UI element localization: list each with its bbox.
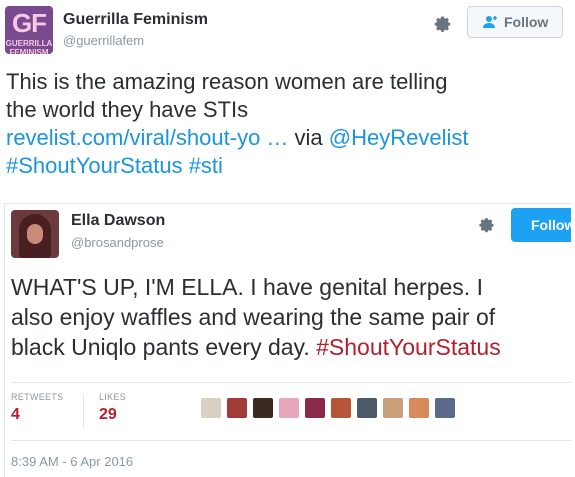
liker-avatar[interactable] <box>409 398 429 418</box>
tweet-text-line2: the world they have STIs <box>6 97 249 122</box>
embedded-follow-button[interactable]: Follow <box>511 208 571 242</box>
embedded-text-line3: black Uniqlo pants every day. #ShoutYour… <box>11 332 571 362</box>
logo-subtext: GUERRILLA FEMINISM <box>5 39 53 54</box>
tweet-header: GF GUERRILLA FEMINISM Guerrilla Feminism… <box>0 0 575 60</box>
likes-stat[interactable]: LIKES 29 <box>99 392 126 424</box>
article-link[interactable]: revelist.com/viral/shout-yo … <box>6 125 288 150</box>
follow-label: Follow <box>504 14 549 30</box>
retweets-stat[interactable]: RETWEETS 4 <box>11 392 63 424</box>
gear-icon[interactable] <box>475 214 497 236</box>
likes-count: 29 <box>99 406 117 423</box>
embedded-tweet-card[interactable]: Ella Dawson @brosandprose Follow WHAT'S … <box>4 203 571 477</box>
liker-avatar[interactable] <box>357 398 377 418</box>
retweets-label: RETWEETS <box>11 392 64 402</box>
mention-link[interactable]: @HeyRevelist <box>329 125 469 150</box>
avatar-face <box>27 224 43 244</box>
embedded-text-line2: also enjoy waffles and wearing the same … <box>11 304 496 330</box>
embedded-hashtag[interactable]: #ShoutYourStatus <box>316 334 501 360</box>
liker-avatar[interactable] <box>279 398 299 418</box>
embedded-handle[interactable]: @brosandprose <box>71 235 164 250</box>
embedded-tweet-text: WHAT'S UP, I'M ELLA. I have genital herp… <box>11 272 571 362</box>
display-name[interactable]: Guerrilla Feminism <box>63 11 208 29</box>
embedded-display-name[interactable]: Ella Dawson <box>71 212 165 230</box>
embedded-text-line3-plain: black Uniqlo pants every day. <box>11 334 317 360</box>
gear-icon[interactable] <box>430 12 454 36</box>
likes-label: LIKES <box>99 392 127 402</box>
guerrilla-feminism-avatar[interactable]: GF GUERRILLA FEMINISM <box>5 6 53 54</box>
divider <box>11 440 571 441</box>
liker-avatar[interactable] <box>331 398 351 418</box>
via-text: via <box>294 125 323 150</box>
liker-avatar[interactable] <box>305 398 325 418</box>
logo-text: GF <box>11 8 47 38</box>
liker-avatar[interactable] <box>435 398 455 418</box>
liker-avatar[interactable] <box>227 398 247 418</box>
retweets-count: 4 <box>11 406 20 423</box>
follow-button[interactable]: Follow <box>467 6 563 38</box>
embedded-text-line1: WHAT'S UP, I'M ELLA. I have genital herp… <box>11 274 483 300</box>
tweet-text: This is the amazing reason women are tel… <box>6 68 571 180</box>
liker-avatar[interactable] <box>201 398 221 418</box>
user-handle[interactable]: @guerrillafem <box>63 33 144 48</box>
tweet-text-line3: revelist.com/viral/shout-yo … via @HeyRe… <box>6 124 571 152</box>
timestamp[interactable]: 8:39 AM - 6 Apr 2016 <box>11 454 133 469</box>
liker-avatar[interactable] <box>253 398 273 418</box>
tweet-text-line1: This is the amazing reason women are tel… <box>6 69 448 94</box>
embedded-follow-label: Follow <box>531 217 571 233</box>
tweet-text-line4: #ShoutYourStatus #sti <box>6 152 571 180</box>
liker-avatar[interactable] <box>383 398 403 418</box>
add-user-icon <box>483 16 497 28</box>
stat-divider <box>83 394 84 428</box>
ella-dawson-avatar[interactable] <box>11 210 59 258</box>
hashtag-sti[interactable]: #sti <box>189 153 223 178</box>
divider <box>11 382 571 383</box>
hashtag-shoutyourstatus[interactable]: #ShoutYourStatus <box>6 153 183 178</box>
